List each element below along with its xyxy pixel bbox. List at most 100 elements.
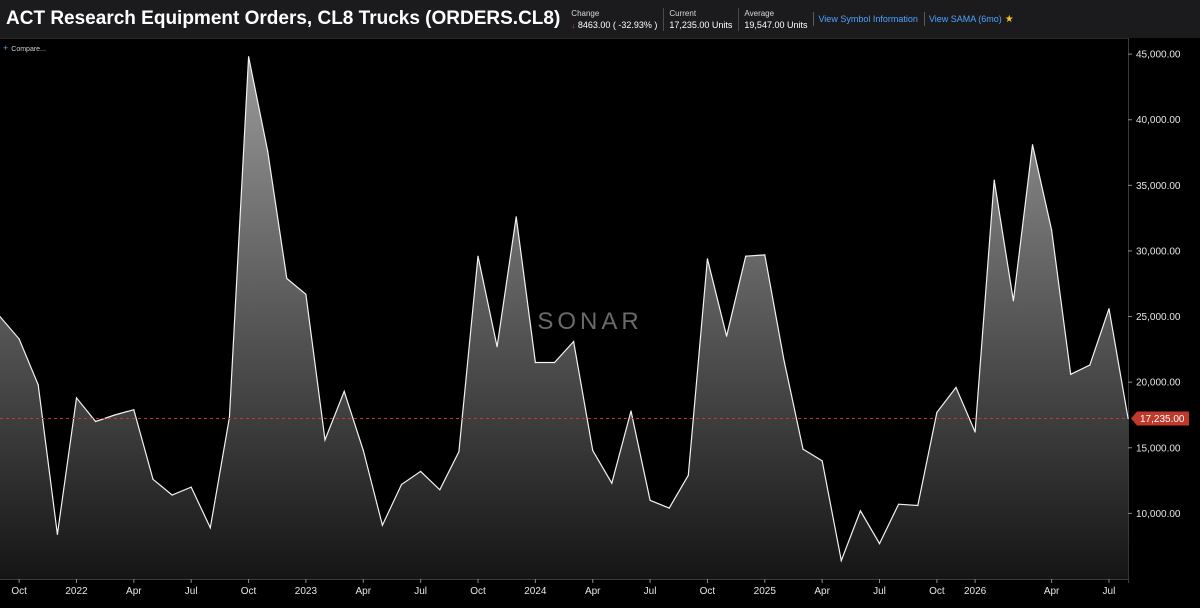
data-point: [362, 449, 364, 451]
data-point: [802, 448, 804, 450]
data-point: [56, 533, 59, 535]
data-point: [1127, 417, 1129, 420]
data-point: [859, 510, 862, 512]
data-point: [152, 478, 154, 480]
data-point: [515, 216, 517, 218]
data-point: [840, 560, 842, 562]
data-point: [1108, 308, 1110, 310]
divider: [813, 12, 815, 26]
view-symbol-info-link[interactable]: View Symbol Information: [818, 14, 917, 24]
y-tick-label: 20,000.00: [1136, 378, 1181, 389]
data-point: [248, 56, 250, 58]
data-point: [917, 504, 919, 507]
x-tick-label: 2024: [524, 586, 547, 597]
x-tick-label: Oct: [470, 586, 486, 597]
x-axis-panel: [0, 579, 1128, 608]
data-point: [821, 460, 823, 462]
current-value-label: 17,235.00: [1140, 414, 1185, 425]
chart-area[interactable]: SONAR 10,000.00 15,000.00 20,000.00 25,000.…: [0, 38, 1200, 608]
sonar-watermark: SONAR: [537, 308, 642, 335]
x-tick-label: Jul: [185, 586, 198, 597]
data-point: [668, 507, 670, 509]
data-point: [420, 470, 422, 472]
change-value: 8463.00 ( -32.93% ): [577, 19, 658, 30]
data-point: [190, 486, 192, 488]
x-tick-label: Jul: [414, 586, 427, 597]
y-tick-label: 40,000.00: [1136, 115, 1181, 126]
data-point: [630, 410, 632, 412]
data-point: [496, 346, 498, 348]
x-tick-label: Apr: [126, 586, 142, 597]
data-point: [18, 338, 20, 340]
x-tick-label: 2022: [65, 586, 88, 597]
data-point: [974, 431, 976, 433]
data-point: [343, 390, 345, 392]
data-point: [75, 397, 78, 399]
x-tick-label: Apr: [814, 586, 830, 597]
data-point: [764, 254, 766, 256]
data-point: [783, 359, 785, 361]
x-tick-label: 2023: [295, 586, 318, 597]
data-point: [611, 482, 613, 484]
data-point: [573, 340, 575, 343]
data-point: [898, 503, 900, 505]
current-value: 17,235.00 Units: [669, 19, 733, 30]
x-tick-label: Oct: [929, 586, 945, 597]
data-point: [553, 361, 556, 364]
y-tick-label: 15,000.00: [1136, 443, 1181, 454]
data-point: [400, 483, 403, 486]
data-point: [649, 499, 651, 501]
y-tick-label: 35,000.00: [1136, 181, 1181, 192]
average-label: Average: [744, 8, 775, 18]
data-point: [381, 524, 383, 526]
average-stat: Average 19,547.00 Units: [738, 7, 808, 31]
change-label: Change: [571, 8, 600, 18]
x-tick-label: Jul: [644, 586, 657, 597]
data-point: [993, 179, 995, 181]
x-tick-label: Apr: [585, 586, 601, 597]
data-point: [936, 411, 938, 413]
chart-title: ACT Research Equipment Orders, CL8 Truck…: [6, 8, 561, 29]
data-point: [745, 255, 747, 257]
sama-icon[interactable]: ★: [1005, 14, 1014, 25]
data-point: [534, 361, 537, 364]
data-point: [171, 494, 173, 496]
data-point: [458, 451, 460, 453]
x-tick-label: Apr: [355, 586, 371, 597]
data-point: [726, 335, 728, 337]
view-sama-link[interactable]: View SAMA (6mo): [929, 14, 1002, 24]
y-tick-label: 30,000.00: [1136, 246, 1181, 257]
change-stat: Change ↓ 8463.00 ( -32.93% ): [566, 8, 657, 31]
data-point: [209, 527, 211, 529]
data-point: [1070, 373, 1072, 375]
data-point: [133, 409, 135, 411]
chart-header: ACT Research Equipment Orders, CL8 Truck…: [0, 0, 1200, 39]
data-point: [955, 386, 957, 388]
data-point: [305, 293, 307, 295]
data-point: [1012, 300, 1015, 302]
data-point: [286, 277, 288, 280]
data-point: [1089, 364, 1091, 366]
divider: [923, 12, 925, 26]
down-arrow-icon: ↓: [571, 20, 576, 30]
data-point: [878, 543, 881, 545]
y-tick-label: 10,000.00: [1136, 509, 1181, 520]
average-value: 19,547.00 Units: [744, 19, 808, 30]
x-tick-label: Jul: [1103, 586, 1116, 597]
data-point: [37, 384, 39, 386]
data-point: [1051, 229, 1053, 231]
data-point: [477, 255, 479, 257]
x-tick-label: 2025: [754, 586, 777, 597]
x-tick-label: Oct: [700, 586, 716, 597]
data-point: [95, 420, 97, 423]
data-point: [706, 258, 709, 260]
current-stat: Current 17,235.00 Units: [663, 7, 733, 31]
x-tick-label: Oct: [11, 586, 27, 597]
data-point: [592, 449, 594, 451]
x-tick-label: Jul: [873, 586, 886, 597]
x-tick-label: 2026: [964, 586, 987, 597]
x-tick-label: Apr: [1044, 586, 1060, 597]
y-tick-label: 45,000.00: [1136, 50, 1181, 61]
data-point: [324, 439, 326, 441]
data-point: [114, 414, 116, 416]
